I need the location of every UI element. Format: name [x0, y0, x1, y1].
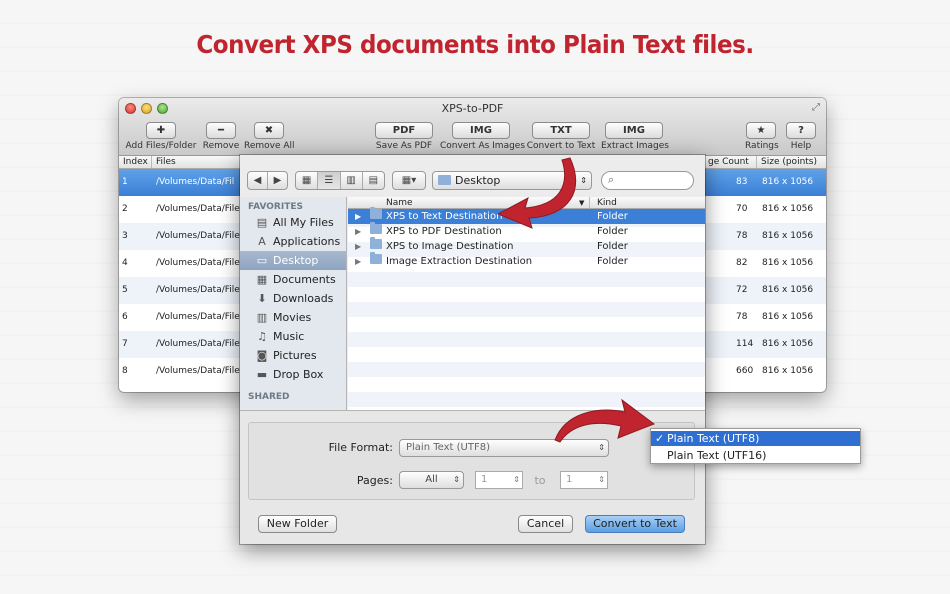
sheet-toolbar: ◀ ▶ ▦ ☰ ▥ ▤ ▦▾ Desktop ⇕ ⌕ — [240, 155, 705, 197]
shared-header: SHARED — [248, 392, 290, 402]
col-kind[interactable]: Kind — [589, 197, 617, 209]
col-size[interactable]: Size (points) — [756, 156, 817, 168]
col-page-count[interactable]: ge Count — [703, 156, 749, 168]
save-as-pdf-button[interactable]: PDF Save As PDF — [374, 122, 434, 151]
file-format-menu: ✓ Plain Text (UTF8) Plain Text (UTF16) — [650, 428, 861, 464]
to-page-stepper[interactable]: 1 ⇕ — [560, 471, 608, 489]
folder-icon — [370, 207, 382, 219]
icon-view-icon[interactable]: ▦ — [296, 172, 317, 189]
list-item[interactable]: ▶ XPS to Image Destination Folder — [348, 237, 705, 254]
forward-icon[interactable]: ▶ — [267, 172, 287, 189]
convert-to-text-button[interactable]: TXT Convert to Text — [526, 122, 596, 151]
callout-arrow-folder — [496, 157, 577, 229]
folder-icon — [370, 237, 382, 249]
star-icon: ★ — [746, 122, 776, 139]
window-title: XPS-to-PDF — [441, 102, 504, 115]
sidebar-item-downloads[interactable]: ⬇ Downloads — [240, 289, 346, 308]
sidebar: FAVORITES ▤ All My Files A Applications ▭ D… — [240, 197, 347, 410]
list-view-icon[interactable]: ☰ — [317, 172, 340, 189]
pictures-icon: ◙ — [256, 349, 268, 362]
sidebar-item-music[interactable]: ♫ Music — [240, 327, 346, 346]
arrange-icon: ▦▾ — [401, 175, 417, 186]
search-icon: ⌕ — [608, 173, 615, 186]
title-bar: XPS-to-PDF ⤢ ✚ Add Files/Folder ━ Remove ✖… — [119, 98, 826, 156]
arrange-button[interactable]: ▦▾ — [392, 171, 426, 190]
file-format-label: File Format: — [328, 441, 393, 454]
search-input[interactable]: ⌕ — [601, 171, 694, 190]
folder-icon — [438, 175, 451, 185]
sidebar-item-applications[interactable]: A Applications — [240, 232, 346, 251]
movies-icon: ▥ — [256, 311, 268, 324]
minus-icon: ━ — [206, 122, 236, 139]
folder-icon — [370, 252, 382, 264]
all-files-icon: ▤ — [256, 216, 268, 229]
applications-icon: A — [258, 235, 266, 248]
callout-arrow-format — [554, 398, 656, 443]
downloads-icon: ⬇ — [257, 292, 267, 305]
remove-all-button[interactable]: ✖ Remove All — [244, 122, 295, 151]
chevron-updown-icon: ⇕ — [580, 176, 587, 185]
fullscreen-icon[interactable]: ⤢ — [812, 102, 820, 113]
convert-to-text-confirm-button[interactable]: Convert to Text — [585, 515, 685, 533]
list-item[interactable]: ▶ Image Extraction Destination Folder — [348, 252, 705, 269]
desktop-icon: ▭ — [256, 254, 268, 267]
dropbox-folder-icon: ▬ — [256, 368, 268, 381]
disclosure-triangle-icon[interactable]: ▶ — [355, 209, 361, 224]
folder-icon — [370, 222, 382, 234]
col-name[interactable]: Name — [386, 197, 413, 209]
stepper-icon[interactable]: ⇕ — [598, 472, 605, 488]
favorites-header: FAVORITES — [248, 202, 303, 212]
col-index[interactable]: Index — [119, 156, 148, 168]
pages-select[interactable]: All ⇕ — [399, 471, 464, 489]
sidebar-item-all-my-files[interactable]: ▤ All My Files — [240, 213, 346, 232]
extract-img-icon: IMG — [605, 122, 663, 139]
stepper-icon[interactable]: ⇕ — [513, 472, 520, 488]
sidebar-item-desktop[interactable]: ▭ Desktop — [240, 251, 346, 270]
sidebar-item-pictures[interactable]: ◙ Pictures — [240, 346, 346, 365]
disclosure-triangle-icon[interactable]: ▶ — [355, 224, 361, 239]
disclosure-triangle-icon[interactable]: ▶ — [355, 254, 361, 269]
plus-icon: ✚ — [146, 122, 176, 139]
coverflow-view-icon[interactable]: ▤ — [361, 172, 384, 189]
add-files-button[interactable]: ✚ Add Files/Folder — [125, 122, 197, 151]
nav-back-forward: ◀ ▶ — [247, 171, 288, 190]
txt-icon: TXT — [532, 122, 590, 139]
new-folder-button[interactable]: New Folder — [258, 515, 337, 533]
sidebar-item-movies[interactable]: ▥ Movies — [240, 308, 346, 327]
disclosure-triangle-icon[interactable]: ▶ — [355, 239, 361, 254]
view-mode-selector: ▦ ☰ ▥ ▤ — [295, 171, 385, 190]
extract-images-button[interactable]: IMG Extract Images — [601, 122, 669, 151]
music-icon: ♫ — [257, 330, 267, 343]
documents-icon: ▦ — [256, 273, 268, 286]
help-icon: ? — [786, 122, 816, 139]
ratings-button[interactable]: ★ Ratings — [745, 122, 779, 151]
help-button[interactable]: ? Help — [785, 122, 817, 151]
col-files[interactable]: Files — [151, 156, 176, 168]
x-icon: ✖ — [254, 122, 284, 139]
convert-as-images-button[interactable]: IMG Convert As Images — [440, 122, 525, 151]
cancel-button[interactable]: Cancel — [518, 515, 573, 533]
from-page-stepper[interactable]: 1 ⇕ — [475, 471, 523, 489]
column-view-icon[interactable]: ▥ — [339, 172, 362, 189]
img-icon: IMG — [452, 122, 510, 139]
to-label: to — [534, 474, 546, 487]
sidebar-item-drop-box[interactable]: ▬ Drop Box — [240, 365, 346, 384]
sidebar-item-documents[interactable]: ▦ Documents — [240, 270, 346, 289]
headline: Convert XPS documents into Plain Text fi… — [196, 30, 754, 59]
pdf-icon: PDF — [375, 122, 433, 139]
pages-label: Pages: — [356, 474, 393, 487]
menu-item-utf16[interactable]: Plain Text (UTF16) — [651, 448, 860, 463]
remove-button[interactable]: ━ Remove — [201, 122, 241, 151]
back-icon[interactable]: ◀ — [248, 172, 267, 189]
chevron-updown-icon: ⇕ — [453, 475, 460, 484]
menu-item-utf8[interactable]: ✓ Plain Text (UTF8) — [651, 431, 860, 446]
save-sheet: ◀ ▶ ▦ ☰ ▥ ▤ ▦▾ Desktop ⇕ ⌕ FAVORITES ▤ All My… — [240, 155, 705, 544]
